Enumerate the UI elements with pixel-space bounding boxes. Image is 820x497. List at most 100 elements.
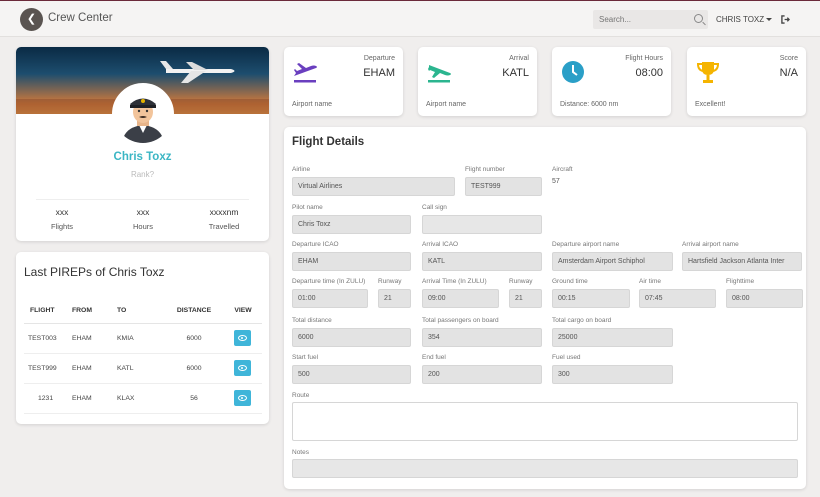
end-fuel-field[interactable]: 200: [422, 365, 542, 384]
eye-icon: [238, 365, 247, 371]
app-title: Crew Center: [48, 12, 113, 24]
arr-time-label: Arrival Time (In ZULU): [422, 278, 487, 285]
dep-icao-label: Departure ICAO: [292, 241, 339, 248]
air-time-field[interactable]: 07:45: [639, 289, 716, 308]
start-fuel-field[interactable]: 500: [292, 365, 411, 384]
profile-name: Chris Toxz: [113, 151, 172, 163]
cell-to: KLAX: [117, 383, 164, 414]
flighttime-field[interactable]: 08:00: [726, 289, 803, 308]
score-footer: Excellent!: [695, 101, 726, 108]
arr-time-field[interactable]: 09:00: [422, 289, 499, 308]
stat-label: Flights: [50, 222, 74, 231]
aircraft-value: 57: [552, 178, 560, 185]
cell-from: EHAM: [72, 353, 117, 384]
logout-icon[interactable]: [781, 15, 790, 24]
callsign-label: Call sign: [422, 204, 447, 211]
score-card: Score N/A Excellent!: [687, 47, 806, 116]
flight-details-title: Flight Details: [292, 136, 365, 148]
table-header-row: FLIGHT FROM TO DISTANCE VIEW: [24, 299, 262, 324]
arr-runway-label: Runway: [509, 278, 533, 285]
search-box: [593, 10, 708, 29]
fuel-used-label: Fuel used: [552, 354, 581, 361]
arr-airport-label: Arrival airport name: [682, 241, 739, 248]
dep-runway-field[interactable]: 21: [378, 289, 411, 308]
airline-label: Airline: [292, 166, 311, 173]
stat-flights: xxx Flights: [27, 207, 97, 231]
callsign-field[interactable]: [422, 215, 542, 234]
stat-travelled: xxxxnm Travelled: [189, 207, 259, 231]
eye-icon: [238, 395, 247, 401]
fuel-used-field[interactable]: 300: [552, 365, 673, 384]
search-icon[interactable]: [694, 14, 703, 23]
view-button[interactable]: [234, 390, 251, 406]
arr-icao-field[interactable]: KATL: [422, 252, 542, 271]
end-fuel-label: End fuel: [422, 354, 446, 361]
pireps-card: Last PIREPs of Chris Toxz FLIGHT FROM TO…: [16, 252, 269, 424]
departure-footer: Airport name: [292, 101, 333, 108]
profile-rank: Rank?: [130, 170, 155, 179]
aircraft-label: Aircraft: [552, 166, 573, 173]
airline-field[interactable]: Virtual Airlines: [292, 177, 455, 196]
cell-to: KMIA: [117, 323, 164, 354]
cell-view: [224, 383, 262, 414]
table-row: 1231 EHAM KLAX 56: [24, 383, 262, 414]
notes-field[interactable]: [292, 459, 798, 478]
dep-time-field[interactable]: 01:00: [292, 289, 368, 308]
dep-airport-label: Departure airport name: [552, 241, 620, 248]
flight-number-field[interactable]: TEST999: [465, 177, 542, 196]
pilot-name-label: Pilot name: [292, 204, 323, 211]
cell-flight: TEST999: [24, 353, 72, 384]
arrival-footer: Airport name: [426, 101, 467, 108]
cargo-field[interactable]: 25000: [552, 328, 673, 347]
stat-value: xxx: [136, 207, 150, 217]
stat-label: Hours: [132, 222, 153, 231]
air-time-label: Air time: [639, 278, 662, 285]
dep-airport-field[interactable]: Amsterdam Airport Schiphol: [552, 252, 673, 271]
pilot-name-field[interactable]: Chris Toxz: [292, 215, 411, 234]
view-button[interactable]: [234, 360, 251, 376]
view-button[interactable]: [234, 330, 251, 346]
score-value: N/A: [779, 67, 798, 79]
pireps-table: FLIGHT FROM TO DISTANCE VIEW TEST003 EHA…: [24, 299, 262, 414]
back-button[interactable]: ❮: [20, 8, 43, 31]
stat-value: xxx: [55, 207, 69, 217]
departure-value: EHAM: [363, 67, 395, 79]
flight-details-card: Flight Details Airline Virtual Airlines …: [284, 127, 806, 489]
cell-distance: 6000: [164, 353, 224, 384]
cell-to: KATL: [117, 353, 164, 384]
arr-airport-field[interactable]: Hartsfield Jackson Atlanta Inter: [682, 252, 802, 271]
col-distance: DISTANCE: [164, 299, 224, 324]
arr-runway-field[interactable]: 21: [509, 289, 542, 308]
departure-label: Departure: [363, 55, 395, 62]
user-name: CHRIS TOXZ: [716, 15, 765, 24]
search-input[interactable]: [593, 10, 683, 29]
start-fuel-label: Start fuel: [292, 354, 319, 361]
cell-from: EHAM: [72, 383, 117, 414]
stat-value: xxxxnm: [209, 207, 239, 217]
cargo-label: Total cargo on board: [552, 317, 612, 324]
col-view: VIEW: [224, 299, 262, 324]
profile-card: Chris Toxz Rank? xxx Flights xxx Hours x…: [16, 47, 269, 241]
arr-icao-label: Arrival ICAO: [422, 241, 459, 248]
ground-time-label: Ground time: [552, 278, 588, 285]
table-row: TEST999 EHAM KATL 6000: [24, 353, 262, 384]
caret-down-icon: [766, 18, 773, 22]
user-menu[interactable]: CHRIS TOXZ: [716, 15, 773, 24]
departure-card: Departure EHAM Airport name: [284, 47, 403, 116]
dep-runway-label: Runway: [378, 278, 402, 285]
arrival-icon: [428, 65, 451, 83]
departure-icon: [294, 63, 317, 83]
ground-time-field[interactable]: 00:15: [552, 289, 630, 308]
cell-distance: 56: [164, 383, 224, 414]
col-from: FROM: [72, 299, 117, 324]
total-distance-field[interactable]: 6000: [292, 328, 411, 347]
flight-hours-label: Flight Hours: [625, 55, 663, 62]
dep-icao-field[interactable]: EHAM: [292, 252, 411, 271]
pax-field[interactable]: 354: [422, 328, 542, 347]
cell-view: [224, 323, 262, 354]
route-field[interactable]: [292, 402, 798, 441]
arrival-card: Arrival KATL Airport name: [418, 47, 537, 116]
cell-view: [224, 353, 262, 384]
flighttime-label: Flighttime: [726, 278, 755, 285]
trophy-icon: [696, 62, 720, 83]
